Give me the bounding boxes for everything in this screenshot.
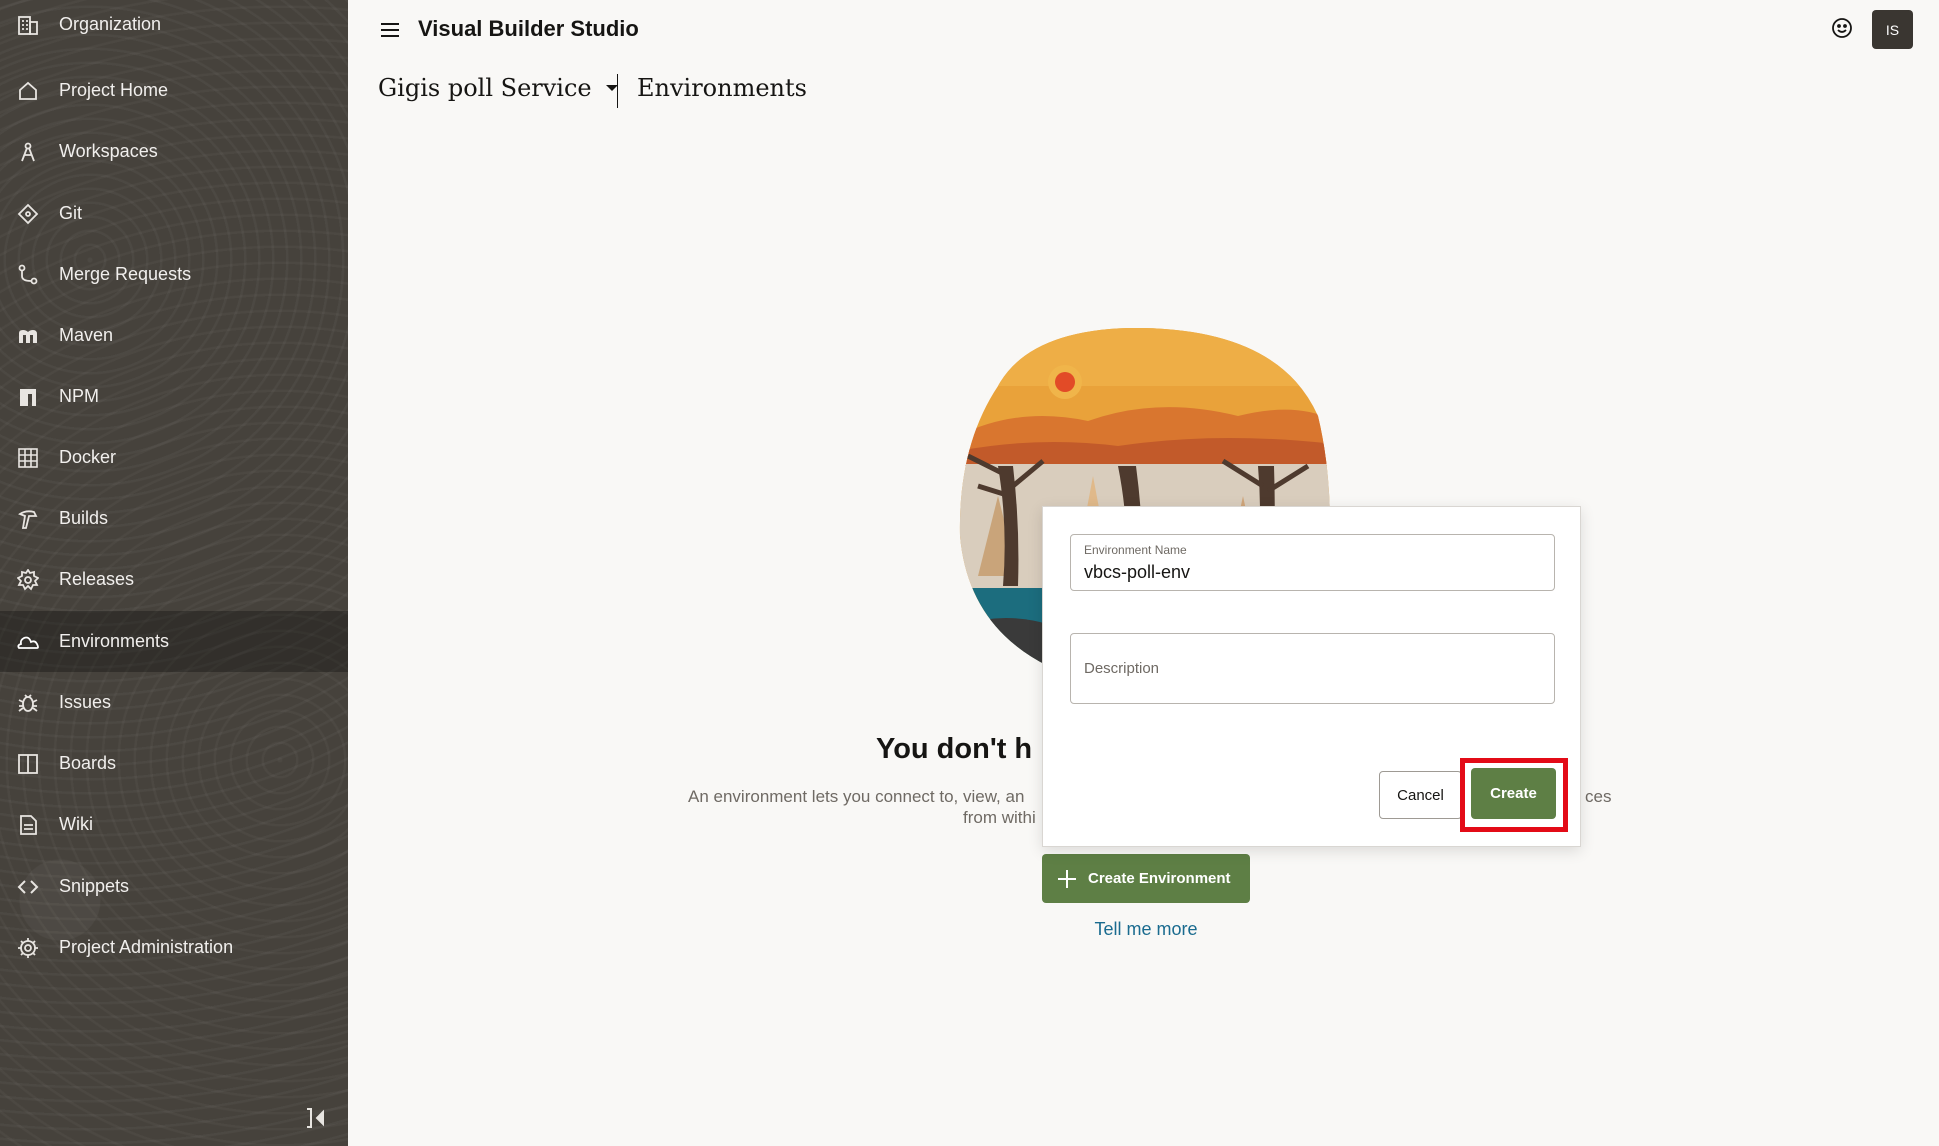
sidebar-item-label: Merge Requests <box>59 264 192 284</box>
maven-icon <box>16 324 40 348</box>
sidebar-item-label: Project Home <box>59 80 169 100</box>
sidebar-item-project-administration[interactable]: Project Administration <box>0 917 348 978</box>
sidebar-item-git[interactable]: Git <box>0 183 348 244</box>
description-field[interactable]: Description <box>1070 633 1555 704</box>
hamburger-menu-icon[interactable] <box>378 18 402 42</box>
git-icon <box>16 202 40 226</box>
empty-state-description-line2: from withi <box>963 807 1036 828</box>
sidebar-item-npm[interactable]: NPM <box>0 366 348 427</box>
tell-me-more-link[interactable]: Tell me more <box>1000 919 1292 940</box>
sidebar: Organization Project Home Workspaces Git… <box>0 0 348 1146</box>
create-environment-button[interactable]: Create Environment <box>1042 854 1250 903</box>
sidebar-item-label: Issues <box>59 692 112 712</box>
compass-icon <box>16 140 40 164</box>
desc-line1-left: An environment lets you connect to, view… <box>688 787 1025 806</box>
sidebar-item-maven[interactable]: Maven <box>0 305 348 366</box>
sidebar-item-label: Snippets <box>59 876 130 896</box>
sidebar-item-merge-requests[interactable]: Merge Requests <box>0 244 348 305</box>
project-selector[interactable]: Gigis poll Service <box>378 74 618 102</box>
create-button[interactable]: Create <box>1471 768 1556 819</box>
empty-state-description-right: ces <box>1585 786 1611 807</box>
sidebar-item-label: NPM <box>59 386 99 406</box>
npm-icon <box>16 385 40 409</box>
sidebar-item-builds[interactable]: Builds <box>0 488 348 549</box>
code-icon <box>16 875 40 899</box>
sidebar-item-docker[interactable]: Docker <box>0 427 348 488</box>
badge-icon <box>16 568 40 592</box>
sidebar-item-wiki[interactable]: Wiki <box>0 794 348 855</box>
description-placeholder: Description <box>1084 660 1160 677</box>
sidebar-item-environments[interactable]: Environments <box>0 611 348 672</box>
sidebar-item-snippets[interactable]: Snippets <box>0 856 348 917</box>
cloud-icon <box>16 630 40 654</box>
board-icon <box>16 752 40 776</box>
plus-icon <box>1058 869 1076 888</box>
docker-icon <box>16 446 40 470</box>
chevron-down-icon <box>605 85 618 91</box>
sidebar-item-label: Git <box>59 203 83 223</box>
gear-icon <box>16 936 40 960</box>
sidebar-item-workspaces[interactable]: Workspaces <box>0 121 348 182</box>
environment-name-label: Environment Name <box>1084 543 1187 557</box>
smiley-feedback-icon[interactable] <box>1830 16 1854 40</box>
desc-line1-right: ces <box>1585 787 1612 806</box>
avatar[interactable]: IS <box>1872 10 1913 49</box>
sidebar-item-label: Workspaces <box>59 141 158 161</box>
desc-line2-left: from withi <box>963 808 1036 827</box>
sidebar-item-label: Maven <box>59 325 114 345</box>
merge-icon <box>16 263 40 287</box>
page-title: Environments <box>637 74 807 102</box>
project-name: Gigis poll Service <box>378 74 592 102</box>
sidebar-item-label: Project Administration <box>59 937 234 957</box>
sidebar-item-organization[interactable]: Organization <box>0 0 348 55</box>
environment-name-value: vbcs-poll-env <box>1084 562 1191 582</box>
empty-state-heading: You don't h <box>876 733 1033 765</box>
home-icon <box>16 79 40 103</box>
sidebar-item-label: Boards <box>59 753 117 773</box>
building-icon <box>16 13 40 37</box>
sidebar-item-label: Releases <box>59 569 135 589</box>
collapse-sidebar-icon[interactable] <box>304 1106 328 1130</box>
sidebar-item-releases[interactable]: Releases <box>0 549 348 610</box>
environment-name-field[interactable]: Environment Name vbcs-poll-env <box>1070 534 1555 591</box>
sidebar-item-label: Builds <box>59 508 109 528</box>
sidebar-item-boards[interactable]: Boards <box>0 733 348 794</box>
app-title: Visual Builder Studio <box>418 16 639 41</box>
sidebar-item-project-home[interactable]: Project Home <box>0 60 348 121</box>
title-divider <box>617 74 618 108</box>
sidebar-item-label: Wiki <box>59 814 93 834</box>
empty-state-description-left: An environment lets you connect to, view… <box>688 786 1024 807</box>
sidebar-item-label: Docker <box>59 447 117 467</box>
create-environment-label: Create Environment <box>1088 870 1231 887</box>
bug-icon <box>16 691 40 715</box>
hammer-icon <box>16 507 40 531</box>
sidebar-item-label: Environments <box>59 631 170 651</box>
sidebar-item-issues[interactable]: Issues <box>0 672 348 733</box>
document-icon <box>16 813 40 837</box>
sidebar-item-label: Organization <box>59 14 162 34</box>
cancel-button[interactable]: Cancel <box>1379 771 1462 819</box>
